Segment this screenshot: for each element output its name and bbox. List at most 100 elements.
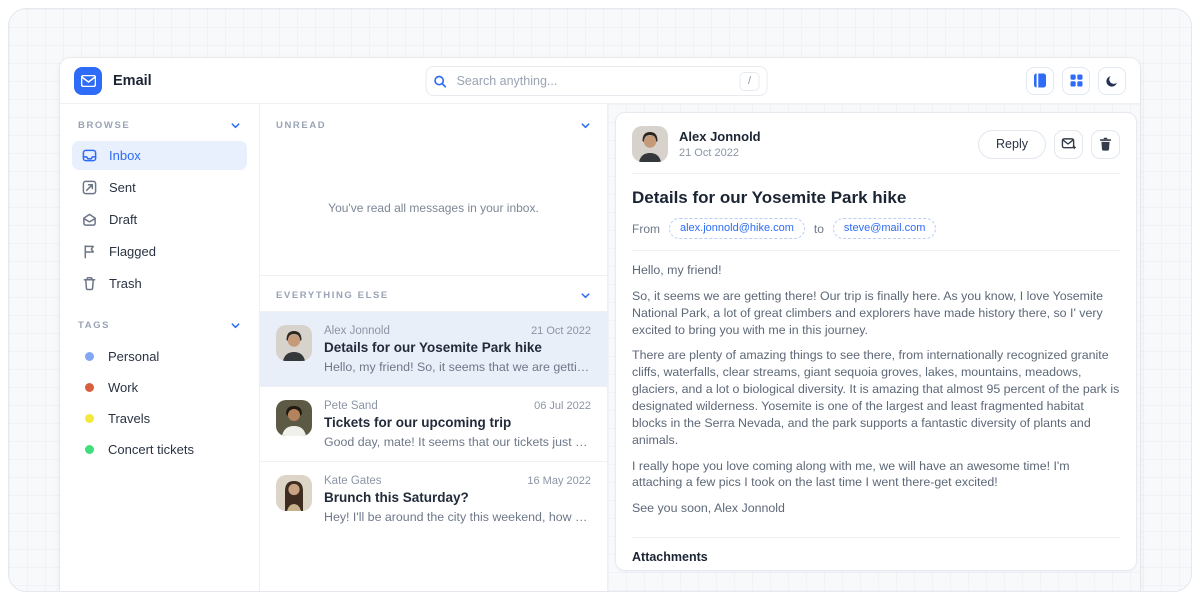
to-label: to — [814, 222, 824, 236]
from-email-chip[interactable]: alex.jonnold@hike.com — [669, 218, 805, 239]
divider — [632, 537, 1120, 538]
body-paragraph: See you soon, Alex Jonnold — [632, 500, 1120, 517]
notebook-button[interactable] — [1026, 67, 1054, 95]
reply-button[interactable]: Reply — [978, 130, 1046, 159]
email-app-window: Email / — [60, 58, 1140, 592]
forward-button[interactable] — [1054, 130, 1083, 159]
delete-button[interactable] — [1091, 130, 1120, 159]
flag-icon — [82, 244, 97, 259]
tags-label: TAGS — [78, 320, 110, 331]
unread-label: UNREAD — [276, 120, 326, 131]
trash-icon — [1099, 137, 1112, 151]
sidebar-item-sent[interactable]: Sent — [72, 173, 247, 202]
everything-else-label: EVERYTHING ELSE — [276, 290, 389, 301]
avatar — [276, 400, 312, 436]
tag-color-dot — [85, 414, 94, 423]
tags-section: TAGS Personal Work Travels — [72, 316, 247, 465]
tag-label: Work — [108, 380, 138, 395]
sidebar: BROWSE Inbox Sent Draft Flagged — [60, 104, 260, 592]
draft-icon — [82, 212, 97, 227]
inbox-icon — [82, 148, 97, 163]
avatar — [276, 325, 312, 361]
everything-else-section-header[interactable]: EVERYTHING ELSE — [260, 275, 607, 311]
tag-item-travels[interactable]: Travels — [72, 403, 247, 434]
app-title: Email — [113, 73, 152, 89]
body-paragraph: I really hope you love coming along with… — [632, 458, 1120, 492]
email-date: 16 May 2022 — [527, 475, 591, 487]
from-label: From — [632, 222, 660, 236]
attachments-heading: Attachments — [632, 550, 1120, 564]
top-bar: Email / — [60, 58, 1140, 104]
tags-section-header[interactable]: TAGS — [72, 316, 247, 333]
detail-subject: Details for our Yosemite Park hike — [632, 188, 1120, 208]
body-paragraph: There are plenty of amazing things to se… — [632, 347, 1120, 448]
message-list: UNREAD You've read all messages in your … — [260, 104, 608, 592]
search-input[interactable] — [455, 73, 732, 89]
main-columns: BROWSE Inbox Sent Draft Flagged — [60, 104, 1140, 592]
email-sender: Kate Gates — [324, 475, 382, 487]
email-date: 06 Jul 2022 — [534, 400, 591, 412]
trash-icon — [82, 276, 97, 291]
email-subject: Brunch this Saturday? — [324, 490, 591, 505]
email-list-item[interactable]: Kate Gates 16 May 2022 Brunch this Satur… — [260, 461, 607, 536]
sidebar-item-label: Flagged — [109, 244, 156, 259]
reading-pane: Alex Jonnold 21 Oct 2022 Reply — [608, 104, 1140, 592]
tag-item-work[interactable]: Work — [72, 372, 247, 403]
detail-header: Alex Jonnold 21 Oct 2022 Reply — [632, 126, 1120, 162]
tag-label: Personal — [108, 349, 159, 364]
search-shortcut-key: / — [740, 72, 760, 91]
detail-sender-name: Alex Jonnold — [679, 129, 761, 144]
apps-grid-button[interactable] — [1062, 67, 1090, 95]
unread-empty-message: You've read all messages in your inbox. — [260, 141, 607, 275]
from-to-row: From alex.jonnold@hike.com to steve@mail… — [632, 218, 1120, 239]
tag-label: Concert tickets — [108, 442, 194, 457]
dark-mode-toggle[interactable] — [1098, 67, 1126, 95]
body-paragraph: Hello, my friend! — [632, 262, 1120, 279]
moon-icon — [1105, 74, 1119, 88]
email-preview: Good day, mate! It seems that our ticket… — [324, 435, 591, 449]
chevron-down-icon[interactable] — [230, 320, 241, 331]
email-preview: Hello, my friend! So, it seems that we a… — [324, 360, 591, 374]
sidebar-item-trash[interactable]: Trash — [72, 269, 247, 298]
apps-grid-icon — [1070, 74, 1083, 87]
email-logo-icon — [74, 67, 102, 95]
body-paragraph: So, it seems we are getting there! Our t… — [632, 288, 1120, 339]
email-subject: Tickets for our upcoming trip — [324, 415, 591, 430]
email-preview: Hey! I'll be around the city this weeken… — [324, 510, 591, 524]
search-bar[interactable]: / — [426, 66, 768, 96]
email-sender: Alex Jonnold — [324, 325, 390, 337]
sidebar-item-inbox[interactable]: Inbox — [72, 141, 247, 170]
chevron-down-icon[interactable] — [580, 290, 591, 301]
chevron-down-icon[interactable] — [230, 120, 241, 131]
email-detail-card: Alex Jonnold 21 Oct 2022 Reply — [615, 112, 1137, 571]
browse-section-header[interactable]: BROWSE — [72, 116, 247, 133]
sidebar-item-label: Trash — [109, 276, 142, 291]
tag-item-personal[interactable]: Personal — [72, 341, 247, 372]
sidebar-item-label: Inbox — [109, 148, 141, 163]
email-date: 21 Oct 2022 — [531, 325, 591, 337]
envelope-plus-icon — [1061, 137, 1076, 151]
email-sender: Pete Sand — [324, 400, 378, 412]
unread-section-header[interactable]: UNREAD — [260, 104, 607, 141]
notebook-icon — [1033, 73, 1047, 88]
email-list-item[interactable]: Alex Jonnold 21 Oct 2022 Details for our… — [260, 311, 607, 386]
detail-actions: Reply — [978, 130, 1120, 159]
tag-item-concert-tickets[interactable]: Concert tickets — [72, 434, 247, 465]
avatar — [276, 475, 312, 511]
email-list-item[interactable]: Pete Sand 06 Jul 2022 Tickets for our up… — [260, 386, 607, 461]
sent-icon — [82, 180, 97, 195]
browse-label: BROWSE — [78, 120, 130, 131]
email-body: Hello, my friend! So, it seems we are ge… — [632, 262, 1120, 526]
chevron-down-icon[interactable] — [580, 120, 591, 131]
sidebar-item-label: Sent — [109, 180, 136, 195]
search-icon — [434, 75, 447, 88]
detail-sent-date: 21 Oct 2022 — [679, 147, 761, 159]
to-email-chip[interactable]: steve@mail.com — [833, 218, 936, 239]
divider — [632, 250, 1120, 251]
sidebar-item-flagged[interactable]: Flagged — [72, 237, 247, 266]
sidebar-item-draft[interactable]: Draft — [72, 205, 247, 234]
app-frame: Email / — [8, 8, 1192, 592]
divider — [632, 173, 1120, 174]
tag-label: Travels — [108, 411, 150, 426]
sidebar-item-label: Draft — [109, 212, 137, 227]
